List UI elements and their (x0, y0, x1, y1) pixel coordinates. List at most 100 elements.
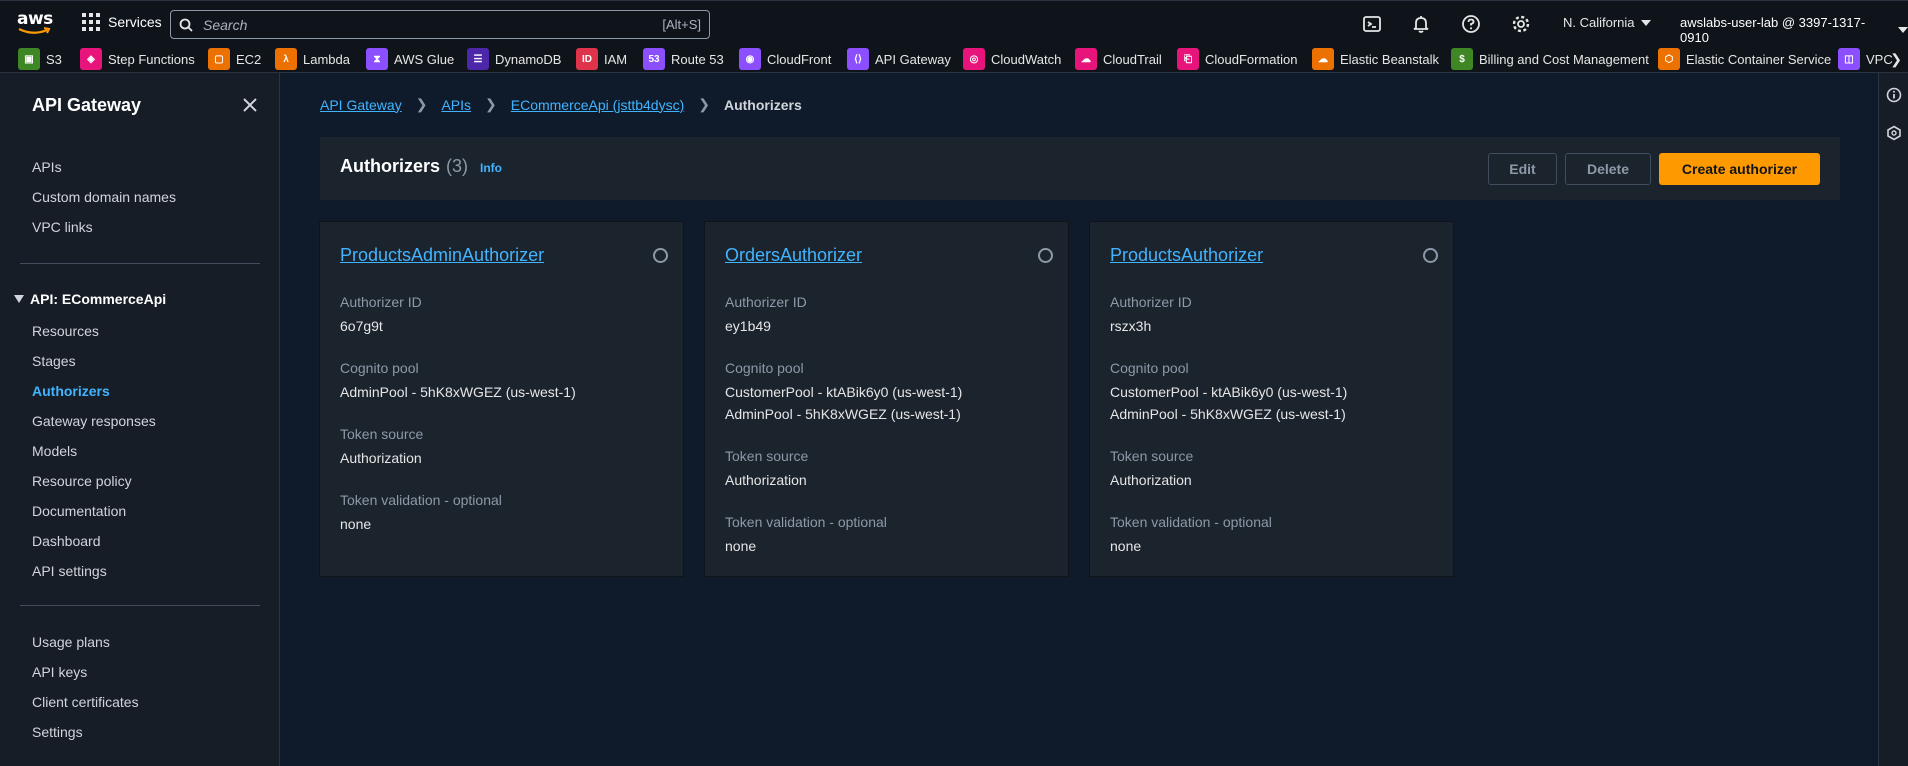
authorizer-name-link[interactable]: ProductsAuthorizer (1110, 245, 1263, 266)
delete-button[interactable]: Delete (1565, 153, 1651, 185)
cloudfront-icon: ◉ (739, 48, 761, 70)
sidebar-item-resource-policy[interactable]: Resource policy (32, 473, 132, 489)
token-validation-label: Token validation - optional (725, 514, 887, 530)
region-selector[interactable]: N. California (1563, 15, 1651, 30)
sidebar-item-apis[interactable]: APIs (32, 159, 62, 175)
sidebar-title[interactable]: API Gateway (32, 95, 141, 116)
token-source-label: Token source (725, 448, 809, 464)
favorite-iam[interactable]: ID IAM (576, 47, 627, 71)
favorite-lambda[interactable]: λ Lambda (275, 47, 350, 71)
services-menu-button[interactable]: Services (82, 13, 162, 31)
favorite-route53[interactable]: 53 Route 53 (643, 47, 724, 71)
side-navigation: API Gateway APIs Custom domain names VPC… (0, 73, 280, 766)
favorite-vpc[interactable]: ◫ VPC (1838, 47, 1893, 71)
sidebar-item-client-certificates[interactable]: Client certificates (32, 694, 139, 710)
sidebar-item-dashboard[interactable]: Dashboard (32, 533, 101, 549)
api-gateway-icon: ⟨⟩ (847, 48, 869, 70)
token-source-value: Authorization (340, 450, 422, 466)
cognito-pool-value: CustomerPool - ktABik6y0 (us-west-1) (725, 384, 963, 400)
cognito-pool-value: AdminPool - 5hK8xWGEZ (us-west-1) (1110, 406, 1346, 422)
notifications-bell-icon[interactable] (1411, 14, 1431, 34)
close-icon[interactable] (242, 97, 258, 113)
sidebar-section-api[interactable]: API: ECommerceApi (14, 291, 166, 307)
chevron-right-icon[interactable]: ❯ (1890, 51, 1902, 68)
favorite-s3[interactable]: ▣ S3 (18, 47, 62, 71)
sidebar-item-gateway-responses[interactable]: Gateway responses (32, 413, 156, 429)
token-source-label: Token source (340, 426, 424, 442)
breadcrumb-apis[interactable]: APIs (441, 97, 471, 113)
select-radio[interactable] (1423, 248, 1438, 263)
breadcrumb-api-gateway[interactable]: API Gateway (320, 97, 402, 113)
sidebar-item-models[interactable]: Models (32, 443, 77, 459)
cloudshell-icon[interactable] (1362, 14, 1382, 34)
settings-gear-icon[interactable] (1511, 14, 1531, 34)
token-source-value: Authorization (1110, 472, 1192, 488)
sidebar-item-authorizers[interactable]: Authorizers (32, 383, 110, 399)
aws-logo[interactable]: aws (17, 11, 53, 37)
ec2-icon: ▢ (208, 48, 230, 70)
services-grid-icon (82, 13, 100, 31)
route53-icon: 53 (643, 48, 665, 70)
info-link[interactable]: Info (480, 161, 502, 175)
search-bar[interactable]: [Alt+S] (170, 10, 710, 39)
ecs-icon: ⬡ (1658, 48, 1680, 70)
account-menu[interactable]: awslabs-user-lab @ 3397-1317-0910 (1680, 15, 1908, 45)
favorite-cloudfront[interactable]: ◉ CloudFront (739, 47, 831, 71)
step-functions-icon: ◈ (80, 48, 102, 70)
favorite-cloudformation[interactable]: ⎗ CloudFormation (1177, 47, 1298, 71)
token-validation-value: none (1110, 538, 1142, 554)
authorizer-id-value: 6o7g9t (340, 318, 383, 334)
feedback-icon[interactable] (1886, 125, 1902, 141)
sidebar-item-custom-domain-names[interactable]: Custom domain names (32, 189, 176, 205)
search-input[interactable] (203, 16, 633, 33)
favorite-cloudtrail[interactable]: ☁ CloudTrail (1075, 47, 1162, 71)
breadcrumb-current: Authorizers (723, 96, 802, 113)
cloudformation-icon: ⎗ (1177, 48, 1199, 70)
chevron-right-icon: ❯ (698, 96, 710, 112)
select-radio[interactable] (653, 248, 668, 263)
authorizer-card: OrdersAuthorizer Authorizer ID ey1b49 Co… (704, 221, 1069, 577)
lambda-icon: λ (275, 48, 297, 70)
billing-icon: $ (1451, 48, 1473, 70)
info-icon[interactable] (1886, 87, 1902, 103)
breadcrumb: API Gateway ❯ APIs ❯ ECommerceApi (jsttb… (320, 96, 802, 113)
authorizer-id-label: Authorizer ID (725, 294, 807, 310)
cloudtrail-icon: ☁ (1075, 48, 1097, 70)
sidebar-item-settings[interactable]: Settings (32, 724, 83, 740)
sidebar-item-vpc-links[interactable]: VPC links (32, 219, 93, 235)
page-title: Authorizers (3) Info (340, 156, 503, 176)
vpc-icon: ◫ (1838, 48, 1860, 70)
authorizer-name-link[interactable]: ProductsAdminAuthorizer (340, 245, 544, 266)
favorite-ecs[interactable]: ⬡ Elastic Container Service (1658, 47, 1831, 71)
region-label: N. California (1563, 15, 1635, 30)
sidebar-item-stages[interactable]: Stages (32, 353, 76, 369)
favorite-aws-glue[interactable]: ⧗ AWS Glue (366, 47, 454, 71)
favorite-ec2[interactable]: ▢ EC2 (208, 47, 261, 71)
favorite-cloudwatch[interactable]: ◎ CloudWatch (963, 47, 1061, 71)
edit-button[interactable]: Edit (1488, 153, 1557, 185)
iam-icon: ID (576, 48, 598, 70)
sidebar-item-documentation[interactable]: Documentation (32, 503, 126, 519)
select-radio[interactable] (1038, 248, 1053, 263)
beanstalk-icon: ☁ (1312, 48, 1334, 70)
create-authorizer-button[interactable]: Create authorizer (1659, 153, 1820, 185)
authorizer-name-link[interactable]: OrdersAuthorizer (725, 245, 862, 266)
favorite-step-functions[interactable]: ◈ Step Functions (80, 47, 195, 71)
cloudwatch-icon: ◎ (963, 48, 985, 70)
services-label: Services (108, 14, 162, 30)
token-validation-label: Token validation - optional (1110, 514, 1272, 530)
cognito-pool-value: AdminPool - 5hK8xWGEZ (us-west-1) (725, 406, 961, 422)
glue-icon: ⧗ (366, 48, 388, 70)
favorite-dynamodb[interactable]: ☰ DynamoDB (467, 47, 561, 71)
sidebar-item-api-keys[interactable]: API keys (32, 664, 87, 680)
search-shortcut: [Alt+S] (662, 17, 701, 32)
favorite-api-gateway[interactable]: ⟨⟩ API Gateway (847, 47, 951, 71)
help-icon[interactable] (1461, 14, 1481, 34)
breadcrumb-ecommerceapi[interactable]: ECommerceApi (jsttb4dysc) (511, 97, 685, 113)
sidebar-item-resources[interactable]: Resources (32, 323, 99, 339)
sidebar-item-api-settings[interactable]: API settings (32, 563, 107, 579)
favorite-billing[interactable]: $ Billing and Cost Management (1451, 47, 1649, 71)
authorizer-id-value: rszx3h (1110, 318, 1152, 334)
sidebar-item-usage-plans[interactable]: Usage plans (32, 634, 110, 650)
favorite-elastic-beanstalk[interactable]: ☁ Elastic Beanstalk (1312, 47, 1439, 71)
